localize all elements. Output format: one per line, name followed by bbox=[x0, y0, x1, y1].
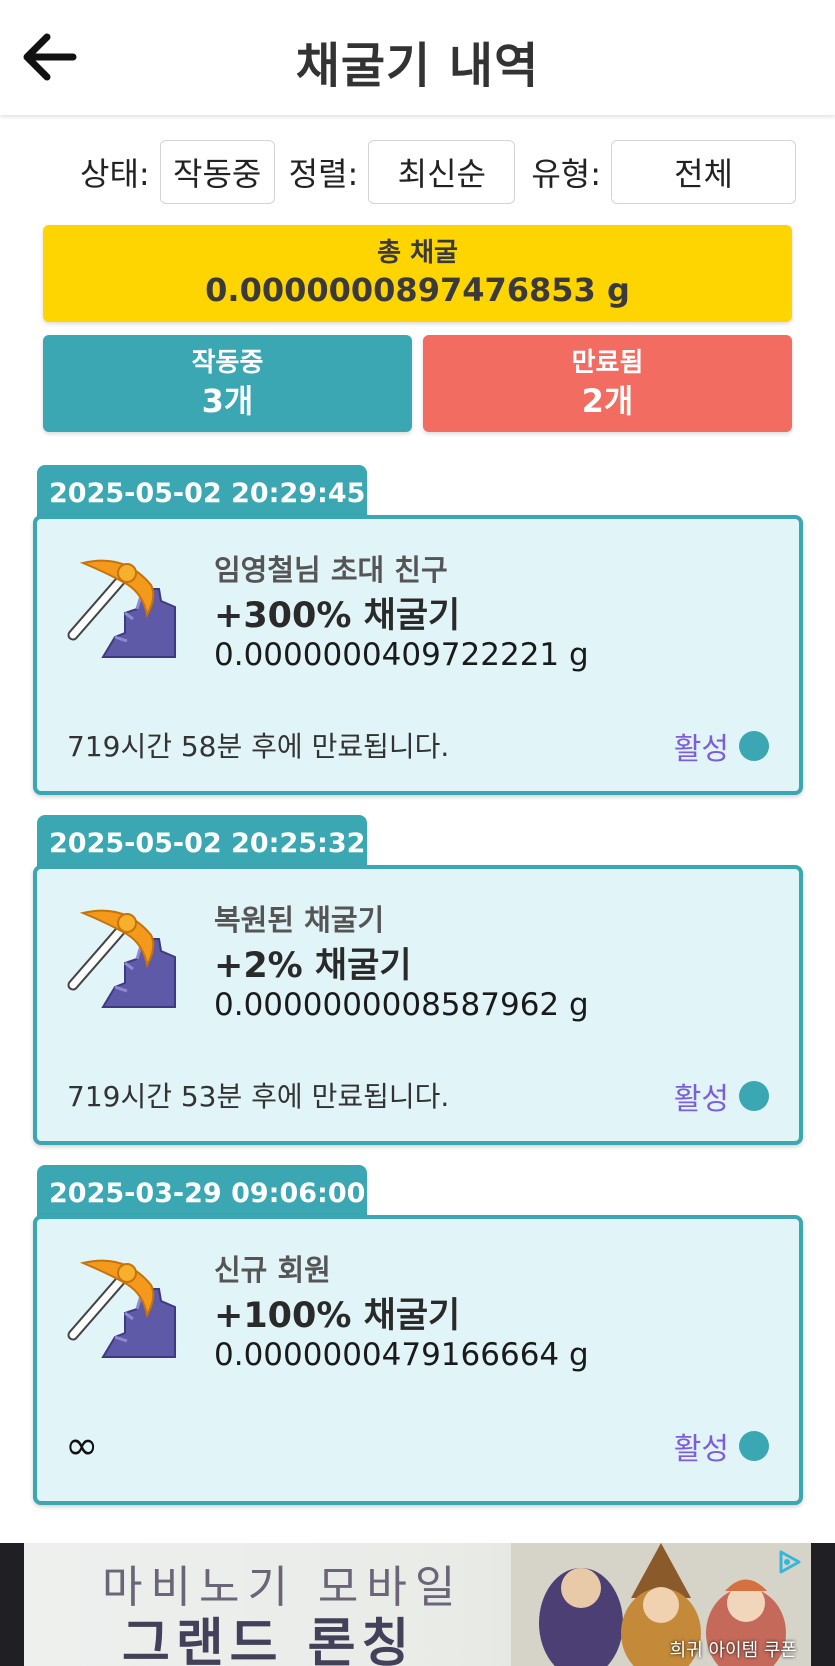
status-dot-icon bbox=[739, 1431, 769, 1461]
ad-subheadline: 그랜드 론칭 bbox=[122, 1614, 416, 1666]
total-mined-box: 총 채굴 0.0000000897476853 g bbox=[43, 225, 792, 322]
status-filter-select[interactable]: 작동중 bbox=[159, 140, 275, 204]
miner-expire-text: 719시간 58분 후에 만료됩니다. bbox=[67, 730, 450, 763]
miner-amount: 0.0000000008587962 g bbox=[214, 987, 589, 1023]
status-label: 활성 bbox=[673, 732, 729, 767]
status-dot-icon bbox=[739, 731, 769, 761]
miner-title: +300% 채굴기 bbox=[214, 596, 461, 636]
status-indicator: 활성 bbox=[674, 724, 769, 768]
pickaxe-icon bbox=[67, 909, 176, 1008]
status-filter-label: 상태: bbox=[80, 155, 150, 193]
status-indicator: 활성 bbox=[674, 1424, 769, 1468]
sort-filter-select[interactable]: 최신순 bbox=[368, 140, 516, 204]
miner-expire-text: 719시간 53분 후에 만료됩니다. bbox=[67, 1080, 450, 1113]
active-count-value: 3개 bbox=[201, 381, 254, 420]
card-date-tab: 2025-03-29 09:06:00 bbox=[37, 1165, 367, 1221]
total-mined-value: 0.0000000897476853 g bbox=[205, 270, 630, 309]
active-count-label: 작동중 bbox=[191, 347, 264, 378]
miner-card[interactable]: 2025-05-02 20:25:32 복원된 채굴기 +2% 채굴기 0.00… bbox=[33, 815, 803, 1145]
type-filter-select[interactable]: 전체 bbox=[611, 140, 797, 204]
miner-source-name: 신규 회원 bbox=[214, 1253, 331, 1287]
ad-choices-icon[interactable] bbox=[775, 1547, 805, 1577]
status-label: 활성 bbox=[673, 1082, 729, 1117]
miner-card-body: 복원된 채굴기 +2% 채굴기 0.0000000008587962 g 719… bbox=[33, 865, 803, 1145]
miner-title: +2% 채굴기 bbox=[214, 946, 412, 986]
sort-filter-label: 정렬: bbox=[288, 155, 359, 193]
type-filter-label: 유형: bbox=[531, 155, 602, 193]
status-indicator: 활성 bbox=[674, 1074, 769, 1118]
ad-banner: 마비노기 모바일 그랜드 론칭 희귀 아이템 쿠폰 bbox=[0, 1543, 835, 1666]
card-date-tab: 2025-05-02 20:25:32 bbox=[37, 815, 367, 871]
ad-banner-link[interactable]: 마비노기 모바일 그랜드 론칭 희귀 아이템 쿠폰 bbox=[24, 1543, 811, 1666]
miner-card[interactable]: 2025-03-29 09:06:00 신규 회원 +100% 채굴기 0.00… bbox=[33, 1165, 803, 1505]
miner-source-name: 임영철님 초대 친구 bbox=[214, 553, 448, 587]
infinity-icon: ∞ bbox=[65, 1423, 99, 1469]
filter-bar: 상태: 작동중 정렬: 최신순 유형: 전체 bbox=[80, 140, 797, 204]
total-mined-label: 총 채굴 bbox=[377, 237, 458, 268]
pickaxe-icon bbox=[67, 559, 176, 658]
miner-card-body: 임영철님 초대 친구 +300% 채굴기 0.0000000409722221 … bbox=[33, 515, 803, 795]
miner-amount: 0.0000000479166664 g bbox=[214, 1337, 589, 1373]
miner-card[interactable]: 2025-05-02 20:29:45 임영철님 초대 친구 +300% 채굴기… bbox=[33, 465, 803, 795]
expired-count-value: 2개 bbox=[581, 381, 634, 420]
pickaxe-icon bbox=[67, 1259, 176, 1358]
app-header: 채굴기 내역 bbox=[0, 0, 835, 115]
expired-count-label: 만료됨 bbox=[571, 347, 644, 378]
miner-card-body: 신규 회원 +100% 채굴기 0.0000000479166664 g ∞ 활… bbox=[33, 1215, 803, 1505]
card-date-tab: 2025-05-02 20:29:45 bbox=[37, 465, 367, 521]
miner-title: +100% 채굴기 bbox=[214, 1296, 461, 1336]
expired-count-box[interactable]: 만료됨 2개 bbox=[423, 335, 792, 432]
page-title: 채굴기 내역 bbox=[295, 38, 540, 94]
miner-amount: 0.0000000409722221 g bbox=[214, 637, 589, 673]
active-count-box[interactable]: 작동중 3개 bbox=[43, 335, 412, 432]
ad-coupon-text: 희귀 아이템 쿠폰 bbox=[669, 1640, 797, 1661]
status-label: 활성 bbox=[673, 1432, 729, 1467]
status-dot-icon bbox=[739, 1081, 769, 1111]
miner-source-name: 복원된 채굴기 bbox=[214, 903, 385, 937]
